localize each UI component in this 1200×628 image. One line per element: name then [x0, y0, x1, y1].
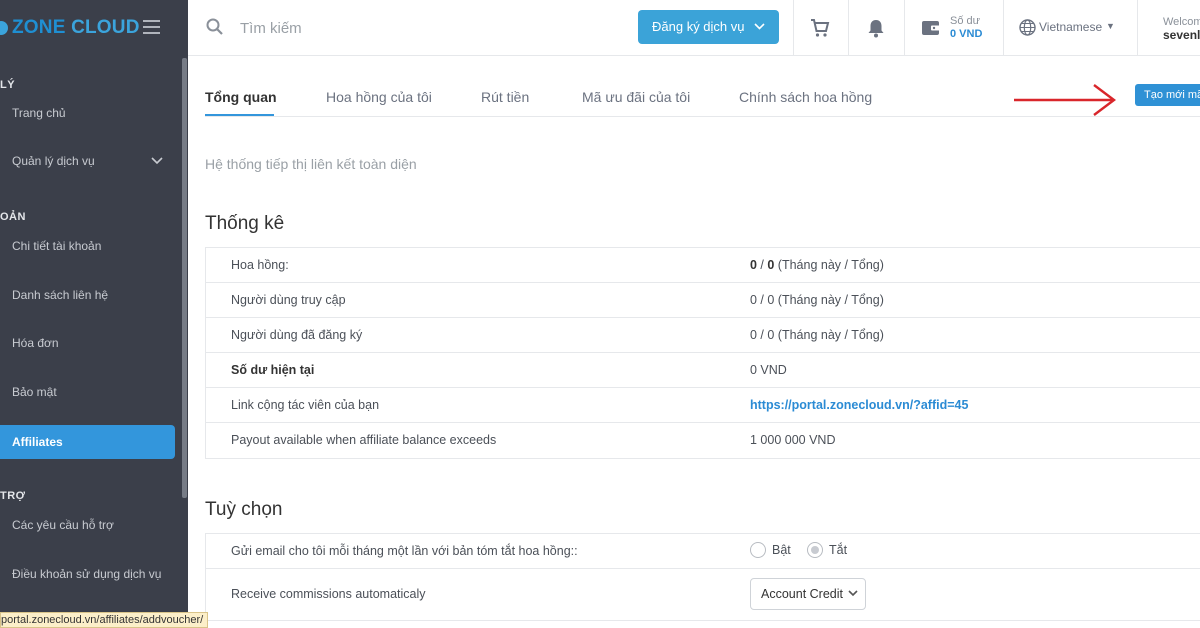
option-label: Receive commissions automaticaly: [231, 587, 426, 601]
topbar-divider: [1137, 0, 1138, 56]
bell-icon[interactable]: [865, 17, 887, 39]
balance-label: Số dư: [950, 15, 980, 27]
chevron-down-icon: [754, 10, 765, 58]
menu-toggle-icon[interactable]: [143, 20, 160, 34]
options-table: Gửi email cho tôi mỗi tháng một lần với …: [205, 533, 1200, 628]
wallet-icon[interactable]: [920, 17, 942, 39]
radio-label: Tắt: [829, 543, 848, 557]
user-menu[interactable]: sevenlu: [1163, 28, 1200, 42]
stat-value: 0 / 0 (Tháng này / Tổng): [750, 258, 884, 272]
sidebar-item-label: Quản lý dịch vụ: [12, 154, 95, 168]
sidebar-item-home[interactable]: Trang chủ: [0, 96, 175, 130]
sidebar: ZONE CLOUD LÝ Trang chủ Quản lý dịch vụ …: [0, 0, 188, 628]
sidebar-section-manage: LÝ: [0, 79, 16, 91]
status-bar-url: portal.zonecloud.vn/affiliates/addvouche…: [0, 612, 209, 628]
topbar-divider: [848, 0, 849, 56]
tab-my-commissions[interactable]: Hoa hồng của tôi: [326, 89, 432, 105]
table-row: Gửi email cho tôi mỗi tháng một lần với …: [206, 534, 1200, 569]
search-icon[interactable]: [206, 18, 224, 36]
topbar-divider: [793, 0, 794, 56]
logo-text: ZONE CLOUD: [12, 17, 140, 38]
stat-value: 0 / 0 (Tháng này / Tổng): [750, 328, 884, 342]
sidebar-section-account: OẢN: [0, 211, 26, 223]
stats-title: Thống kê: [205, 213, 285, 234]
table-row: Receive commissions automaticaly: [206, 569, 1200, 621]
caret-down-icon: ▼: [1106, 21, 1115, 31]
tab-withdraw[interactable]: Rút tiền: [481, 89, 529, 105]
register-service-label: Đăng ký dịch vụ: [652, 19, 745, 34]
chevron-down-icon: [151, 144, 163, 191]
table-row: Số dư hiện tại 0 VND: [206, 353, 1200, 388]
welcome-text: Welcome: [1163, 16, 1200, 28]
page-subtitle: Hệ thống tiếp thị liên kết toàn diện: [205, 156, 417, 172]
stat-label: Link cộng tác viên của bạn: [231, 398, 380, 412]
stat-value: 0 / 0 (Tháng này / Tổng): [750, 293, 884, 307]
radio-label: Bật: [772, 543, 791, 557]
table-row: Link cộng tác viên của bạn https://porta…: [206, 388, 1200, 423]
topbar-divider: [1003, 0, 1004, 56]
stat-value: 1 000 000 VND: [750, 433, 836, 447]
sidebar-section-support: TRỢ: [0, 490, 26, 502]
sidebar-item-security[interactable]: Bảo mật: [0, 375, 175, 409]
sidebar-item-contacts[interactable]: Danh sách liên hệ: [0, 278, 175, 312]
language-label: Vietnamese: [1039, 20, 1103, 34]
options-title: Tuỳ chọn: [205, 499, 283, 520]
create-voucher-button[interactable]: Tạo mới mã: [1135, 84, 1200, 106]
stat-label: Hoa hồng:: [231, 258, 289, 272]
balance-value: 0 VND: [950, 28, 983, 40]
select-value: Account Credit: [761, 587, 843, 601]
radio-circle: [807, 542, 823, 558]
sidebar-item-manage-services[interactable]: Quản lý dịch vụ: [0, 144, 175, 178]
tab-overview[interactable]: Tổng quan: [205, 89, 277, 105]
logo-mark-icon: [0, 21, 8, 35]
globe-icon: [1019, 19, 1036, 39]
stat-value: 0 VND: [750, 363, 787, 377]
stat-label: Số dư hiện tại: [231, 363, 315, 377]
tab-commission-policy[interactable]: Chính sách hoa hồng: [739, 89, 872, 105]
sidebar-item-invoices[interactable]: Hóa đơn: [0, 326, 175, 360]
option-label: Gửi email cho tôi mỗi tháng một lần với …: [231, 544, 578, 558]
main-content: Tổng quan Hoa hồng của tôi Rút tiền Mã ư…: [188, 57, 1200, 628]
table-row: Người dùng đã đăng ký 0 / 0 (Tháng này /…: [206, 318, 1200, 353]
cart-icon[interactable]: [809, 17, 831, 39]
sidebar-item-terms[interactable]: Điều khoản sử dụng dịch vụ: [0, 557, 175, 591]
chevron-down-icon: [848, 579, 858, 621]
affiliate-link[interactable]: https://portal.zonecloud.vn/?affid=45: [750, 398, 968, 412]
tab-my-vouchers[interactable]: Mã ưu đãi của tôi: [582, 89, 690, 105]
stat-label: Người dùng đã đăng ký: [231, 328, 363, 342]
stat-label: Người dùng truy cập: [231, 293, 346, 307]
topbar: Đăng ký dịch vụ Số dư 0 VND Vietnamese ▼…: [188, 0, 1200, 56]
table-row: Người dùng truy cập 0 / 0 (Tháng này / T…: [206, 283, 1200, 318]
table-row: Payout available when affiliate balance …: [206, 423, 1200, 458]
sidebar-item-account-details[interactable]: Chi tiết tài khoản: [0, 229, 175, 263]
sidebar-item-affiliates[interactable]: Affiliates: [0, 425, 175, 459]
stat-value: https://portal.zonecloud.vn/?affid=45: [750, 398, 968, 412]
commission-method-select[interactable]: Account Credit: [750, 578, 866, 610]
sidebar-item-support-tickets[interactable]: Các yêu cầu hỗ trợ: [0, 508, 175, 542]
register-service-button[interactable]: Đăng ký dịch vụ: [638, 10, 779, 44]
language-selector[interactable]: Vietnamese ▼: [1019, 19, 1115, 39]
radio-circle: [750, 542, 766, 558]
sidebar-scrollbar[interactable]: [182, 58, 187, 498]
annotation-arrow-icon: [1014, 84, 1116, 116]
stats-table: Hoa hồng: 0 / 0 (Tháng này / Tổng) Người…: [205, 247, 1200, 459]
active-tab-indicator: [205, 114, 274, 116]
topbar-divider: [904, 0, 905, 56]
stat-label: Payout available when affiliate balance …: [231, 433, 497, 447]
search-input[interactable]: [240, 14, 540, 42]
table-row: Hoa hồng: 0 / 0 (Tháng này / Tổng): [206, 248, 1200, 283]
